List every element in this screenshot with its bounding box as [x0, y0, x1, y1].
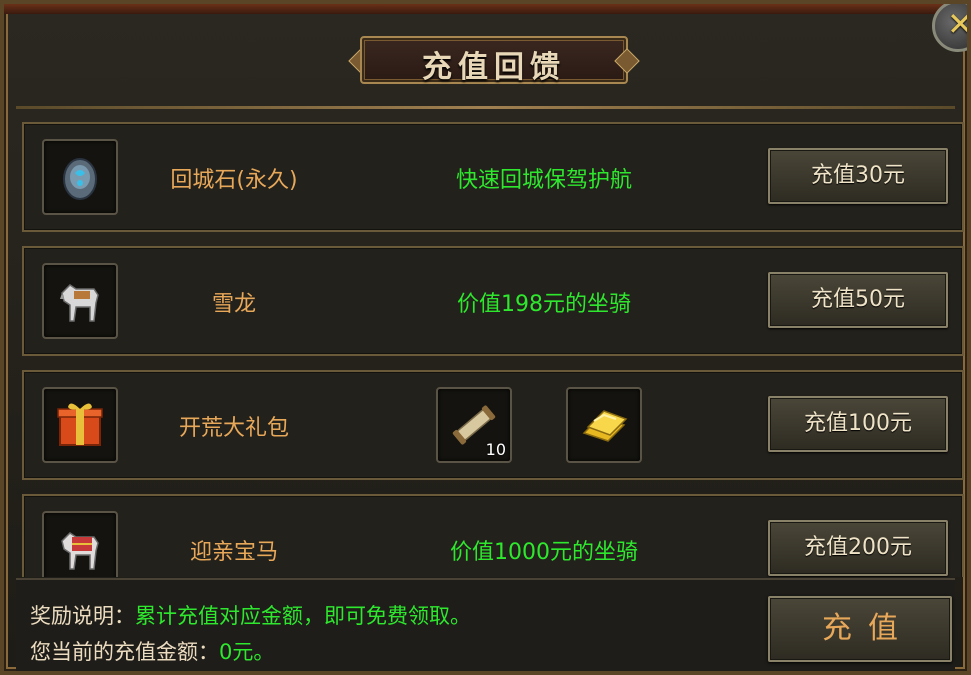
reward-row: 开荒大礼包 10 充值100元 — [22, 370, 964, 480]
recharge-30-button[interactable]: 充值30元 — [768, 148, 948, 204]
reward-name: 雪龙 — [211, 292, 256, 317]
current-amount-value: 0元。 — [219, 640, 275, 664]
close-icon: ✕ — [947, 5, 967, 43]
reward-description: 价值198元的坐骑 — [457, 292, 631, 317]
gift-box-icon — [57, 403, 103, 446]
item-slot[interactable] — [42, 387, 118, 463]
reward-explanation-label: 奖励说明： — [30, 604, 135, 628]
item-slot[interactable] — [42, 263, 118, 339]
current-amount: 您当前的充值金额：0元。 — [30, 636, 274, 666]
reward-list[interactable]: 回城石(永久) 快速回城保驾护航 充值30元 雪龙 价值198元的坐骑 充值50… — [22, 122, 966, 577]
reward-row: 迎亲宝马 价值1000元的坐骑 充值200元 — [22, 494, 964, 577]
item-slot[interactable] — [42, 511, 118, 577]
reward-name: 开荒大礼包 — [178, 416, 289, 441]
bonus-item-slot[interactable] — [566, 387, 642, 463]
reward-row: 回城石(永久) 快速回城保驾护航 充值30元 — [22, 122, 964, 232]
top-border — [4, 4, 967, 14]
bonus-item-slot[interactable]: 10 — [436, 387, 512, 463]
title-plate: 充值回馈 — [344, 32, 644, 88]
close-button[interactable]: ✕ — [932, 4, 967, 52]
recharge-200-button[interactable]: 充值200元 — [768, 520, 948, 576]
reward-description: 快速回城保驾护航 — [455, 168, 632, 193]
panel-title: 充值回馈 — [422, 50, 566, 85]
reward-explanation: 奖励说明：累计充值对应金额，即可免费领取。 — [30, 600, 471, 630]
white-horse-icon — [60, 284, 99, 322]
recharge-50-button[interactable]: 充值50元 — [768, 272, 948, 328]
recharge-reward-panel: 充值回馈 ✕ 回城石(永久) 快速回城保驾护航 充值30元 — [0, 0, 971, 675]
reward-explanation-text: 累计充值对应金额，即可免费领取。 — [135, 604, 471, 628]
item-count: 10 — [485, 440, 506, 459]
gold-bar-icon — [582, 410, 628, 442]
recharge-100-button[interactable]: 充值100元 — [768, 396, 948, 452]
current-amount-label: 您当前的充值金额： — [30, 640, 219, 664]
armored-horse-icon — [61, 532, 99, 570]
reward-description: 价值1000元的坐骑 — [450, 540, 638, 565]
recharge-button[interactable]: 充值 — [768, 596, 952, 662]
reward-name: 回城石(永久) — [170, 168, 298, 193]
item-slot[interactable] — [42, 139, 118, 215]
reward-name: 迎亲宝马 — [189, 540, 278, 565]
recall-stone-icon — [63, 158, 97, 200]
header-divider — [16, 106, 955, 109]
reward-row: 雪龙 价值198元的坐骑 充值50元 — [22, 246, 964, 356]
footer: 奖励说明：累计充值对应金额，即可免费领取。 您当前的充值金额：0元。 充值 — [16, 578, 955, 671]
